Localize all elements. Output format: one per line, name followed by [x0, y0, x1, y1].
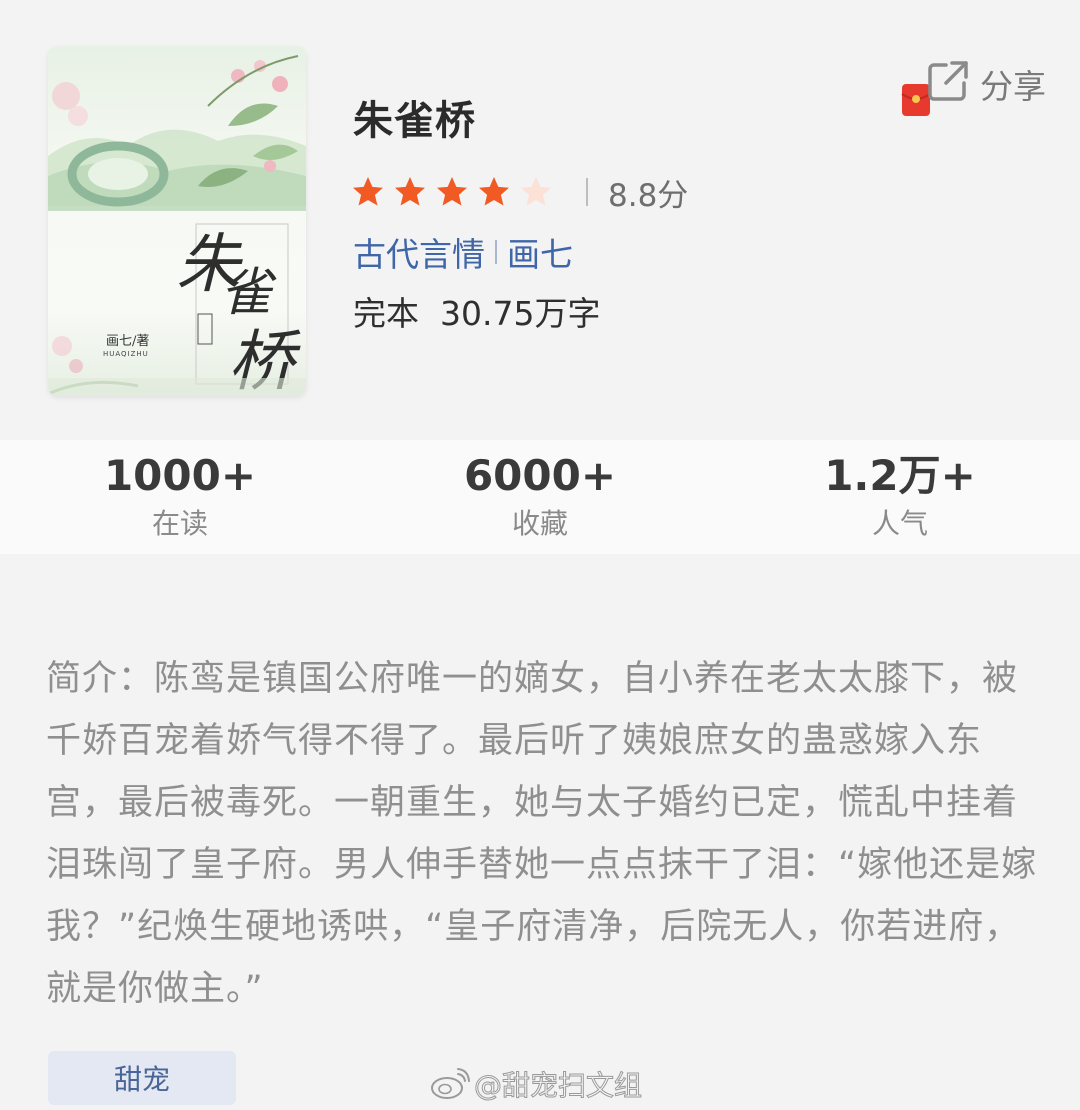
cover-author-label: 画七/著	[106, 334, 150, 349]
stat-value: 6000+	[463, 451, 617, 500]
svg-text:雀: 雀	[220, 263, 277, 323]
star-filled-icon	[437, 177, 467, 206]
genre-divider	[495, 240, 497, 264]
cover-author-pinyin: HUAQIZHU	[103, 350, 149, 358]
rating-score: 8.8分	[608, 177, 689, 214]
book-status-length: 完本 30.75万字	[353, 294, 601, 333]
author-link[interactable]: 画七	[507, 228, 573, 276]
genre-link[interactable]: 古代言情	[353, 228, 485, 276]
stat-label: 在读	[151, 507, 208, 540]
star-filled-icon	[395, 177, 425, 206]
stat-label: 人气	[871, 507, 928, 540]
star-filled-icon	[479, 177, 509, 206]
book-cover[interactable]: 朱 雀 桥 画七/著 HUAQIZHU	[48, 46, 306, 396]
star-empty-icon	[521, 177, 551, 206]
watermark: @甜宠扫文组	[430, 1064, 643, 1104]
rating-divider	[586, 178, 588, 206]
stat-label: 收藏	[511, 507, 568, 540]
cover-illustration: 朱 雀 桥	[48, 55, 306, 396]
share-button[interactable]: 分享	[900, 52, 1080, 118]
book-title: 朱雀桥	[353, 98, 476, 144]
book-synopsis[interactable]: 简介：陈鸾是镇国公府唯一的嫡女，自小养在老太太膝下，被千娇百宠着娇气得不得了。最…	[46, 648, 1038, 1020]
share-label: 分享	[980, 67, 1046, 106]
stat-reading: 1000+ 在读	[0, 440, 360, 554]
share-external-icon	[928, 61, 968, 101]
genre-author-row: 古代言情 画七	[353, 228, 573, 276]
stat-popularity: 1.2万+ 人气	[720, 440, 1080, 554]
star-filled-icon	[353, 177, 383, 206]
tag-chip[interactable]: 甜宠	[48, 1051, 236, 1105]
stat-value: 1.2万+	[824, 451, 976, 500]
stat-value: 1000+	[103, 451, 257, 500]
watermark-text: @甜宠扫文组	[473, 1069, 643, 1103]
stats-bar: 1000+ 在读 6000+ 收藏 1.2万+ 人气	[0, 440, 1080, 554]
rating-row: 8.8分	[350, 172, 689, 214]
stat-favorites: 6000+ 收藏	[360, 440, 720, 554]
weibo-logo-icon	[431, 1068, 470, 1099]
